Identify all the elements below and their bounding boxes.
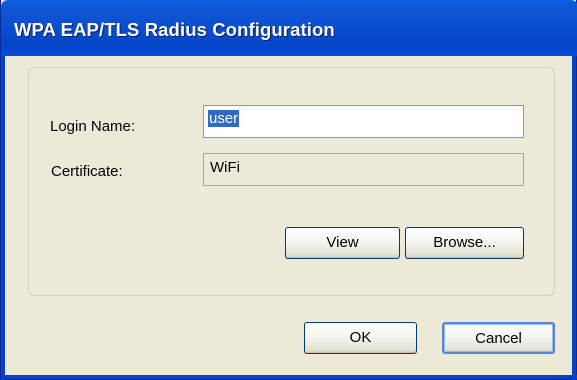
dialog-window: WPA EAP/TLS Radius Configuration Login N…: [0, 0, 577, 380]
ok-button[interactable]: OK: [304, 322, 417, 354]
window-title: WPA EAP/TLS Radius Configuration: [14, 19, 335, 40]
cancel-button[interactable]: Cancel: [442, 322, 555, 354]
view-button[interactable]: View: [285, 227, 400, 259]
window-frame-left: [1, 56, 5, 380]
certificate-label: Certificate:: [51, 163, 123, 180]
window-frame-right: [572, 56, 576, 380]
title-bar[interactable]: WPA EAP/TLS Radius Configuration: [1, 0, 577, 56]
window-frame-bottom: [1, 375, 577, 379]
login-name-label: Login Name:: [50, 118, 136, 135]
login-name-value: user: [208, 110, 240, 127]
browse-button[interactable]: Browse...: [405, 227, 524, 259]
login-name-input[interactable]: user: [203, 105, 524, 138]
certificate-field: WiFi: [203, 153, 524, 186]
